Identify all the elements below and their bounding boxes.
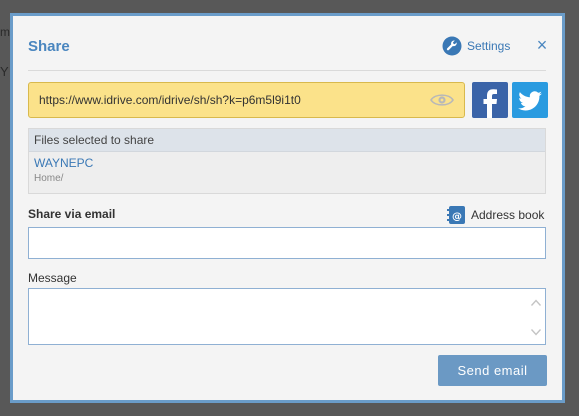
message-label: Message: [28, 271, 77, 285]
address-book-button[interactable]: @ Address book: [446, 205, 544, 225]
svg-text:@: @: [452, 212, 462, 223]
address-book-label: Address book: [471, 208, 545, 222]
address-book-icon: @: [447, 206, 465, 224]
share-via-email-label: Share via email: [28, 207, 116, 221]
share-url-text[interactable]: https://www.idrive.com/idrive/sh/sh?k=p6…: [29, 93, 430, 107]
selected-file-name[interactable]: WAYNEPC: [29, 156, 545, 170]
eye-icon[interactable]: [430, 92, 454, 108]
email-input[interactable]: [28, 227, 546, 259]
background-text-fragment: Y: [0, 64, 9, 79]
settings-button[interactable]: Settings: [442, 36, 510, 56]
chevron-up-icon[interactable]: [530, 297, 542, 309]
send-email-button[interactable]: Send email: [438, 355, 547, 386]
background-text-fragment: m: [0, 25, 10, 39]
dialog-title: Share: [28, 38, 70, 55]
facebook-icon: [483, 89, 497, 118]
files-panel-header: Files selected to share: [29, 129, 545, 152]
share-url-field[interactable]: https://www.idrive.com/idrive/sh/sh?k=p6…: [28, 82, 465, 118]
selected-file-path: Home/: [34, 173, 64, 184]
selected-files-panel: Files selected to share WAYNEPC Home/: [28, 128, 546, 194]
twitter-icon: [518, 91, 542, 111]
settings-label: Settings: [467, 39, 511, 53]
message-textarea[interactable]: [29, 289, 529, 344]
chevron-down-icon[interactable]: [530, 326, 542, 338]
facebook-share-button[interactable]: [472, 82, 508, 118]
close-icon[interactable]: ×: [534, 36, 550, 54]
message-box: [28, 288, 546, 345]
wrench-icon: [442, 36, 462, 56]
twitter-share-button[interactable]: [512, 82, 548, 118]
share-dialog: Share Settings × https://www.idrive.com/…: [10, 13, 565, 403]
header-divider: [28, 70, 546, 71]
